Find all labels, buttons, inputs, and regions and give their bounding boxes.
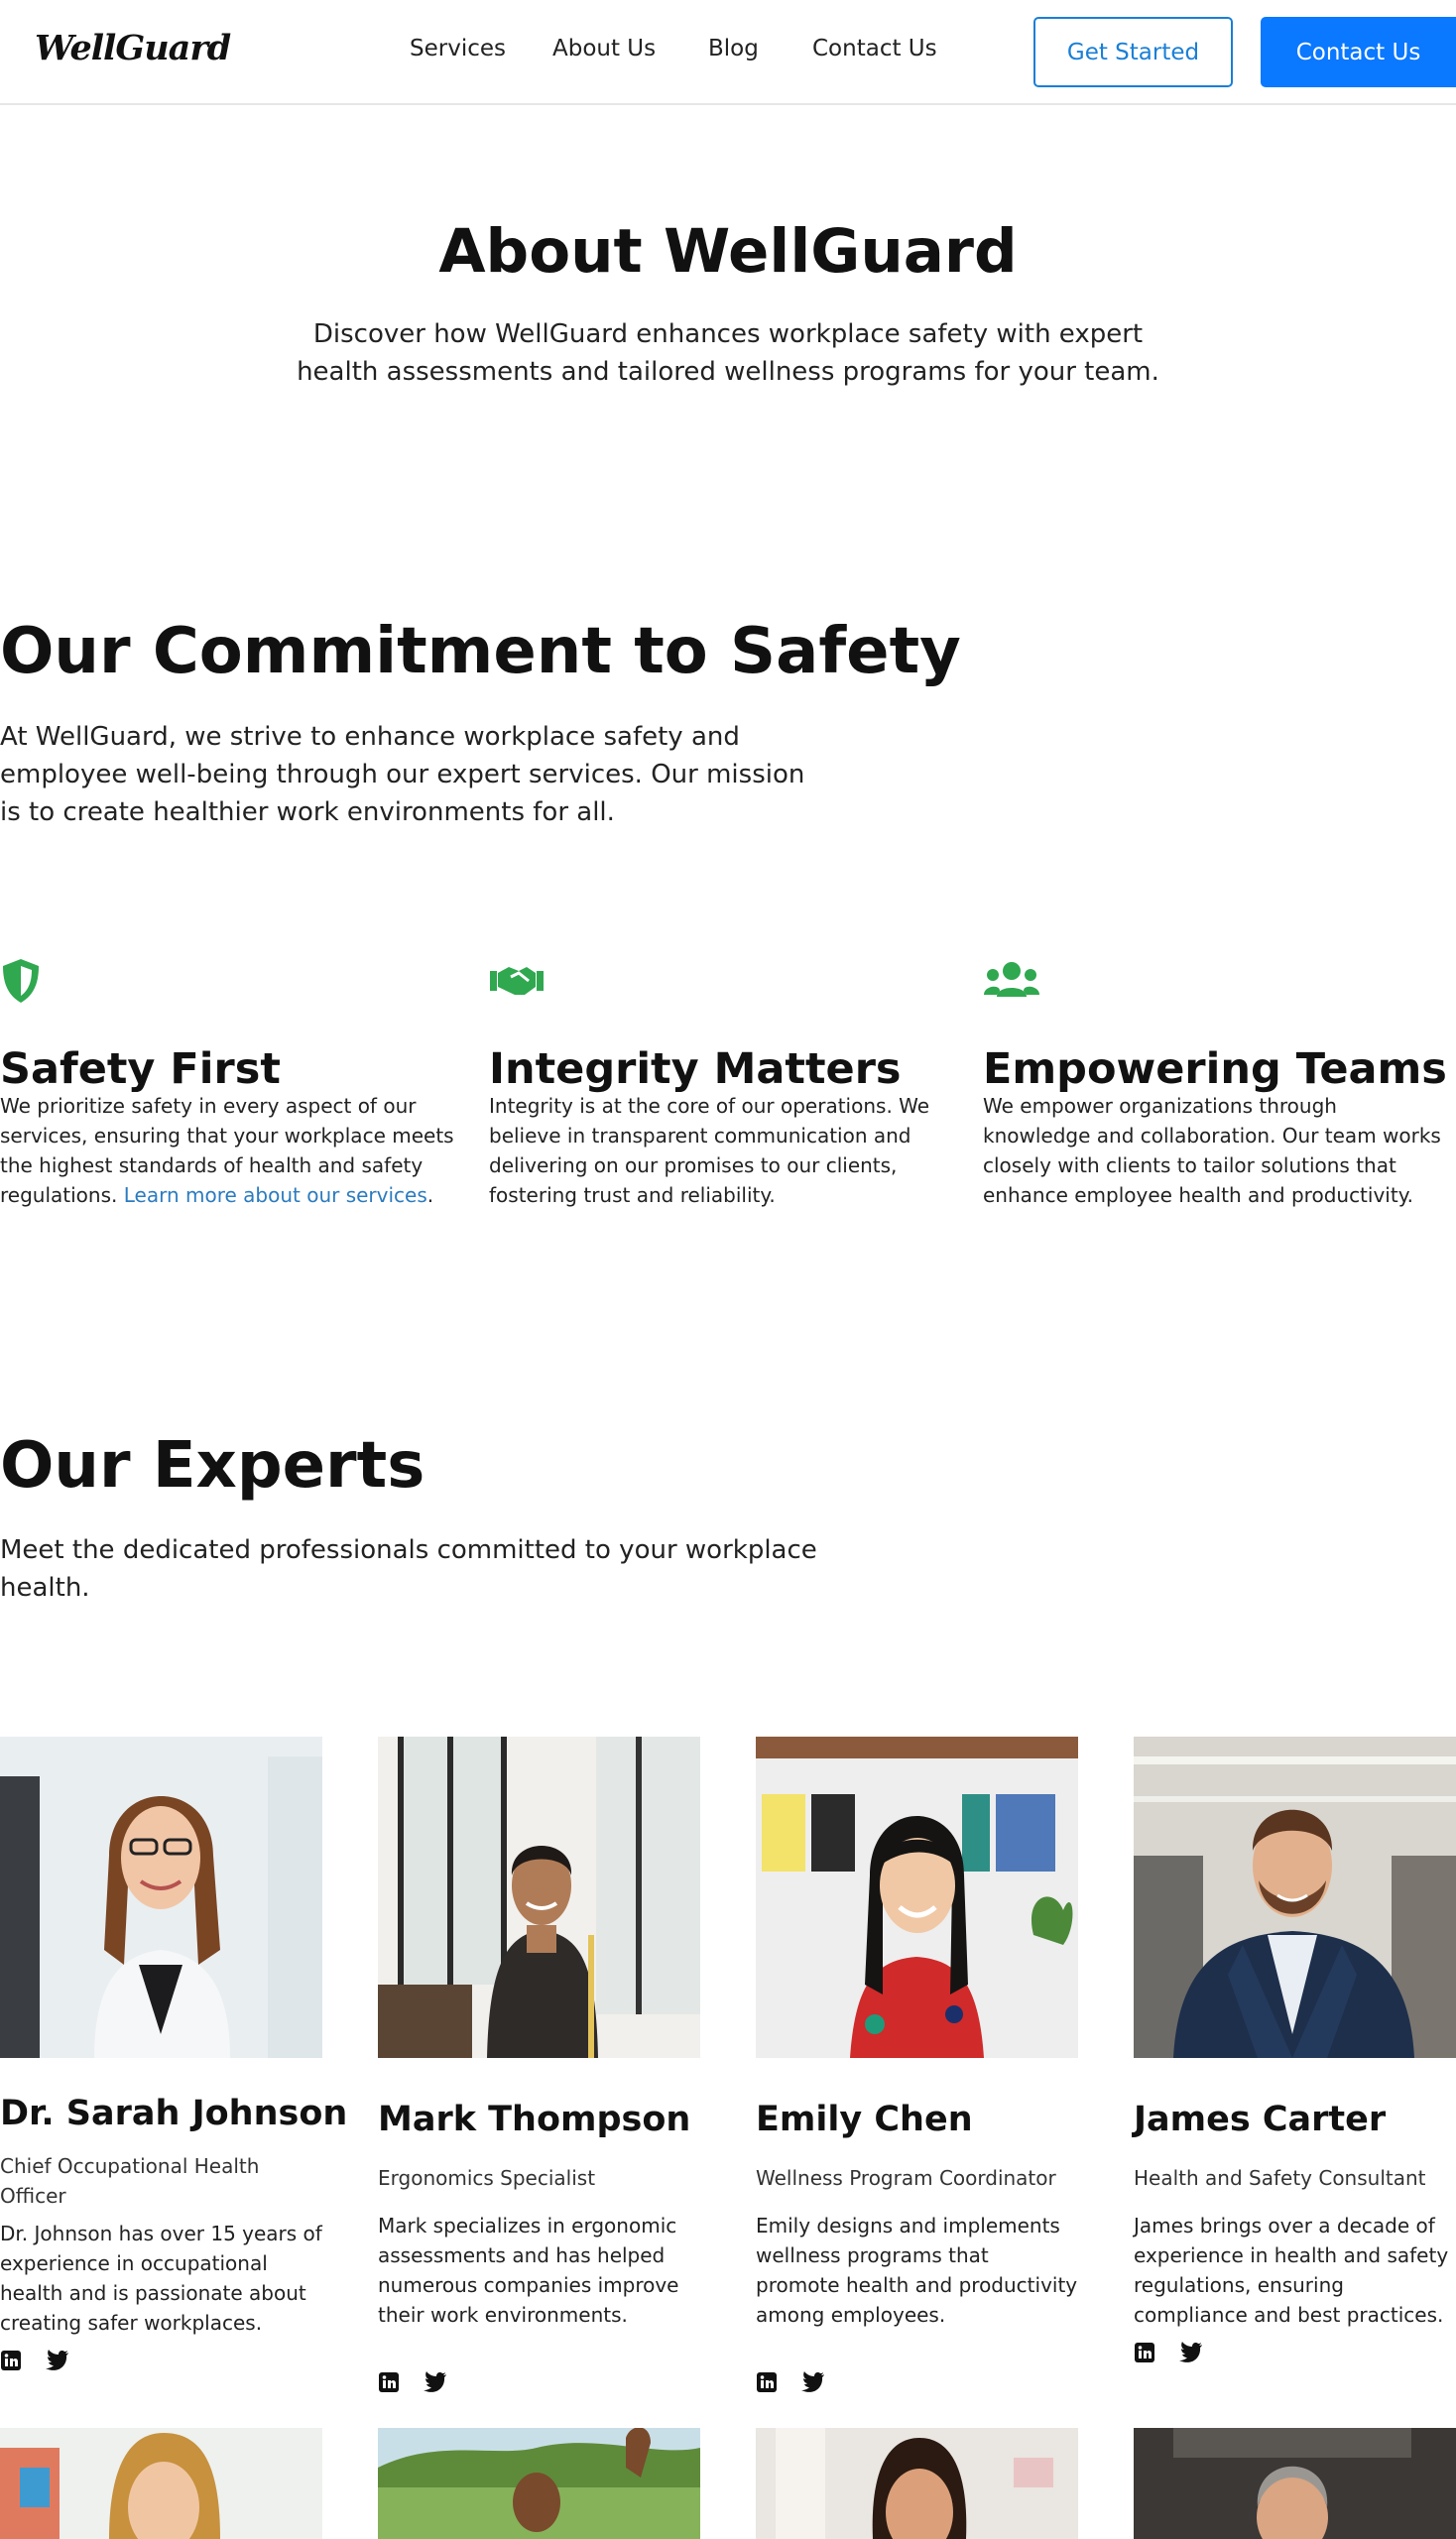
linkedin-icon[interactable] (0, 2350, 22, 2371)
expert-photo (1134, 1737, 1456, 2058)
linkedin-icon[interactable] (378, 2371, 400, 2393)
twitter-icon[interactable] (424, 2371, 447, 2393)
expert-role: Health and Safety Consultant (1134, 2166, 1426, 2190)
linkedin-icon[interactable] (756, 2371, 778, 2393)
handshake-icon (490, 967, 544, 995)
learn-more-link[interactable]: Learn more about our services (124, 1183, 427, 1207)
expert-role: Ergonomics Specialist (378, 2166, 596, 2190)
feature-text: Integrity is at the core of our operatio… (489, 1094, 930, 1207)
experts-title: Our Experts (0, 1429, 425, 1503)
feature-title: Safety First (0, 1044, 281, 1094)
expert-role: Wellness Program Coordinator (756, 2166, 1056, 2190)
nav-contact-us[interactable]: Contact Us (812, 36, 937, 61)
commitment-text: At WellGuard, we strive to enhance workp… (0, 722, 805, 827)
expert-role: Chief Occupational Health Officer (0, 2154, 260, 2208)
nav-services[interactable]: Services (410, 36, 506, 61)
page-title: About WellGuard (438, 216, 1018, 287)
feature-text: We prioritize safety in every aspect of … (0, 1094, 454, 1207)
expert-photo (378, 1737, 700, 2058)
feature-title: Integrity Matters (489, 1044, 902, 1094)
social-links (378, 2371, 700, 2393)
expert-photo (1134, 2428, 1456, 2539)
feature-safety-first: Safety First We prioritize safety in eve… (0, 957, 466, 1207)
expert-photo (0, 1737, 322, 2058)
wellguard-logo[interactable]: WellGuard (35, 28, 231, 68)
expert-card: James Carter Health and Safety Consultan… (1134, 1737, 1456, 2363)
site-header: WellGuard Services About Us Blog Contact… (0, 0, 1456, 105)
expert-name: Dr. Sarah Johnson (0, 2094, 348, 2133)
experts-subtitle: Meet the dedicated professionals committ… (0, 1535, 817, 1603)
expert-card: Emily Chen Wellness Program Coordinator … (756, 1737, 1078, 2393)
feature-text: We empower organizations through knowled… (983, 1094, 1441, 1207)
social-links (756, 2371, 1078, 2393)
twitter-icon[interactable] (1179, 2342, 1203, 2363)
expert-bio: Emily designs and implements wellness pr… (756, 2214, 1078, 2327)
users-icon (984, 962, 1039, 997)
social-links (0, 2350, 322, 2371)
expert-bio: Mark specializes in ergonomic assessment… (378, 2214, 679, 2327)
expert-photo (756, 1737, 1078, 2058)
expert-name: Emily Chen (756, 2100, 973, 2139)
get-started-button[interactable]: Get Started (1033, 17, 1233, 87)
expert-photo (378, 2428, 700, 2539)
linkedin-icon[interactable] (1134, 2342, 1155, 2363)
expert-card: Dr. Sarah Johnson Chief Occupational Hea… (0, 1737, 348, 2371)
expert-photo (756, 2428, 1078, 2539)
feature-title: Empowering Teams (983, 1044, 1447, 1094)
expert-photo (0, 2428, 322, 2539)
hero-subtitle: Discover how WellGuard enhances workplac… (297, 319, 1159, 387)
feature-integrity-matters: Integrity Matters Integrity is at the co… (489, 957, 955, 1207)
expert-card: Mark Thompson Ergonomics Specialist Mark… (378, 1737, 700, 2393)
shield-icon (3, 959, 39, 1003)
feature-empowering-teams: Empowering Teams We empower organization… (983, 957, 1449, 1207)
expert-name: Mark Thompson (378, 2100, 691, 2139)
nav-blog[interactable]: Blog (708, 36, 759, 61)
expert-name: James Carter (1134, 2100, 1387, 2139)
expert-bio: Dr. Johnson has over 15 years of experie… (0, 2222, 322, 2335)
social-links (1134, 2342, 1456, 2363)
expert-bio: James brings over a decade of experience… (1134, 2214, 1449, 2327)
twitter-icon[interactable] (801, 2371, 825, 2393)
nav-about-us[interactable]: About Us (552, 36, 656, 61)
commitment-title: Our Commitment to Safety (0, 615, 961, 688)
contact-us-button[interactable]: Contact Us (1261, 17, 1456, 87)
twitter-icon[interactable] (46, 2350, 69, 2371)
